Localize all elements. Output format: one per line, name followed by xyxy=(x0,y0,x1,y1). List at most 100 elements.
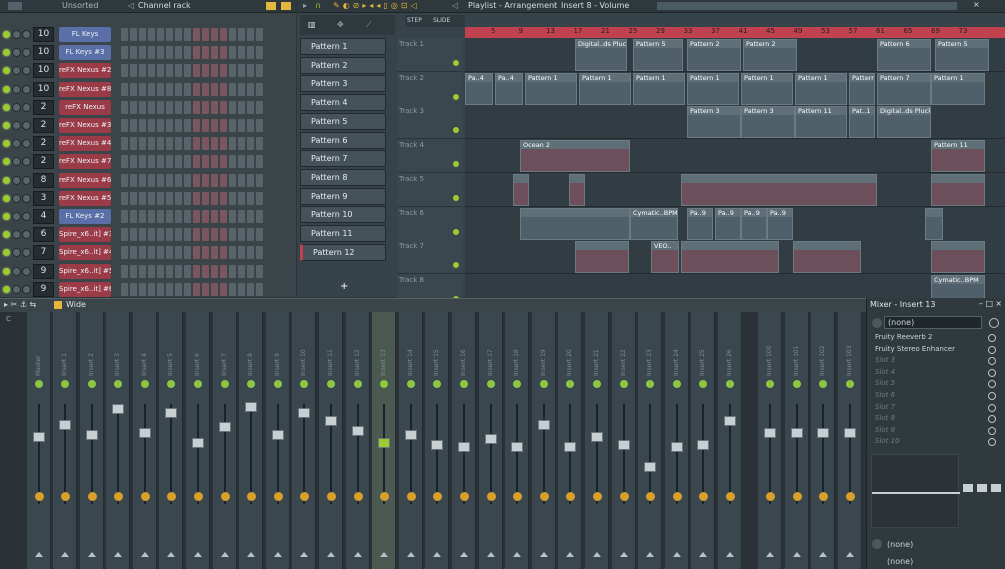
step-button[interactable] xyxy=(238,119,245,132)
channel-led[interactable] xyxy=(3,176,10,184)
step-button[interactable] xyxy=(256,100,263,114)
step-button[interactable] xyxy=(211,100,218,114)
step-button[interactable] xyxy=(193,155,200,169)
strip-led[interactable] xyxy=(247,380,256,388)
clip[interactable]: Pattern 1 xyxy=(525,72,577,105)
step-button[interactable] xyxy=(148,82,155,96)
pattern-item[interactable]: Pattern 5 xyxy=(300,112,386,130)
clip[interactable]: Pattern 1 xyxy=(849,72,875,105)
clip[interactable] xyxy=(925,207,943,240)
channel-name-button[interactable]: reFX Nexus #5 xyxy=(59,190,111,206)
mixer-track-number[interactable]: 9 xyxy=(33,263,54,279)
step-button[interactable] xyxy=(166,82,173,96)
step-button[interactable] xyxy=(184,28,191,41)
mixer-track-number[interactable]: 9 xyxy=(33,281,54,297)
step-button[interactable] xyxy=(229,210,236,223)
minimize-icon[interactable]: – xyxy=(979,299,983,308)
step-button[interactable] xyxy=(229,28,236,41)
channel-led[interactable] xyxy=(3,231,10,239)
channel-name-button[interactable]: FL Keys #2 xyxy=(59,209,111,224)
clip[interactable] xyxy=(569,173,585,206)
route-arrow-icon[interactable] xyxy=(247,552,256,557)
step-button[interactable] xyxy=(175,119,182,132)
step-button[interactable] xyxy=(193,137,200,151)
pattern-item[interactable]: Pattern 3 xyxy=(300,75,386,93)
step-button[interactable] xyxy=(184,155,191,169)
step-sequencer[interactable] xyxy=(121,264,263,278)
pan-knob[interactable] xyxy=(12,84,21,94)
clip[interactable]: Ocean 2 xyxy=(520,140,630,173)
stereo-knob[interactable] xyxy=(167,492,177,501)
fader-cap[interactable] xyxy=(165,408,178,418)
step-button[interactable] xyxy=(247,210,254,223)
route-arrow-icon[interactable] xyxy=(220,552,229,557)
clip[interactable] xyxy=(931,173,985,206)
fader-cap[interactable] xyxy=(670,442,683,452)
step-button[interactable] xyxy=(193,82,200,96)
fader-cap[interactable] xyxy=(325,416,337,426)
step-button[interactable] xyxy=(121,46,128,60)
channel-led[interactable] xyxy=(3,122,10,129)
pan-knob[interactable] xyxy=(12,30,21,39)
step-button[interactable] xyxy=(238,228,245,242)
step-button[interactable] xyxy=(229,191,236,205)
route-arrow-icon[interactable] xyxy=(273,552,282,557)
step-button[interactable] xyxy=(193,28,200,41)
clip[interactable]: Pattern 11 xyxy=(931,140,985,173)
step-button[interactable] xyxy=(157,46,164,60)
mixer-track-number[interactable]: 3 xyxy=(33,190,54,206)
step-button[interactable] xyxy=(175,228,182,242)
fader-cap[interactable] xyxy=(351,426,364,436)
clip[interactable]: Pattern 11 xyxy=(795,106,847,139)
step-button[interactable] xyxy=(175,100,182,114)
step-button[interactable] xyxy=(157,210,164,223)
mixer-menu-icon[interactable]: ▸ ✂ ⚓ ⇆ xyxy=(4,300,36,309)
channel-name-button[interactable]: reFX Nexus #2 xyxy=(59,63,111,79)
stereo-knob[interactable] xyxy=(433,492,443,501)
stereo-knob[interactable] xyxy=(819,492,829,501)
track-led[interactable] xyxy=(453,93,459,100)
send-cap-3[interactable] xyxy=(991,484,1001,492)
output-2[interactable]: (none) xyxy=(887,557,913,566)
tools-icon[interactable]: ✎◐⊘▸◂◂▯◎⊡◁ xyxy=(333,1,420,10)
step-button[interactable] xyxy=(211,119,218,132)
slot-mix-knob[interactable] xyxy=(988,438,996,447)
strip-led[interactable] xyxy=(766,380,774,388)
step-button[interactable] xyxy=(166,210,173,223)
step-button[interactable] xyxy=(130,246,137,260)
mixer-strip[interactable]: Insert 15 xyxy=(425,312,450,569)
step-button[interactable] xyxy=(184,246,191,260)
stereo-knob[interactable] xyxy=(845,492,855,501)
snap-box[interactable]: STEP SLIDE xyxy=(405,15,465,27)
channel-led[interactable] xyxy=(3,267,10,275)
channel-led[interactable] xyxy=(3,140,10,148)
volume-knob[interactable] xyxy=(22,266,31,276)
channel-led[interactable] xyxy=(3,31,10,38)
mixer-strip[interactable]: Insert 5 xyxy=(159,312,184,569)
track-lane[interactable]: Pattern 3 Pattern 3 Pattern 11 Pat..1 Digita… xyxy=(465,105,1005,140)
step-button[interactable] xyxy=(139,64,146,78)
mixer-track-number[interactable]: 2 xyxy=(33,154,54,170)
mixer-strip[interactable]: Insert 7 xyxy=(212,312,237,569)
route-arrow-icon[interactable] xyxy=(646,552,655,557)
step-button[interactable] xyxy=(202,100,209,114)
strip-led[interactable] xyxy=(87,380,96,388)
clip[interactable]: Pattern 1 xyxy=(687,72,739,105)
strip-led[interactable] xyxy=(593,380,601,388)
slot-mix-knob[interactable] xyxy=(988,345,996,354)
channel-led[interactable] xyxy=(3,67,10,75)
pan-knob[interactable] xyxy=(12,175,21,185)
clip[interactable]: Pattern 1 xyxy=(741,72,793,105)
pencil-icon[interactable]: ⟋ xyxy=(366,20,372,30)
stereo-knob[interactable] xyxy=(247,492,257,501)
step-button[interactable] xyxy=(193,191,200,205)
step-button[interactable] xyxy=(211,28,218,41)
mixer-strip[interactable]: Insert 9 xyxy=(265,312,290,569)
stereo-knob[interactable] xyxy=(87,492,97,501)
track-header[interactable]: Track 1 xyxy=(397,38,463,72)
fx-slot[interactable]: Slot 4 xyxy=(875,368,981,379)
clip[interactable] xyxy=(575,241,629,274)
step-button[interactable] xyxy=(157,191,164,205)
mixer-strip[interactable]: Insert 101 xyxy=(784,312,809,569)
step-button[interactable] xyxy=(256,137,263,151)
